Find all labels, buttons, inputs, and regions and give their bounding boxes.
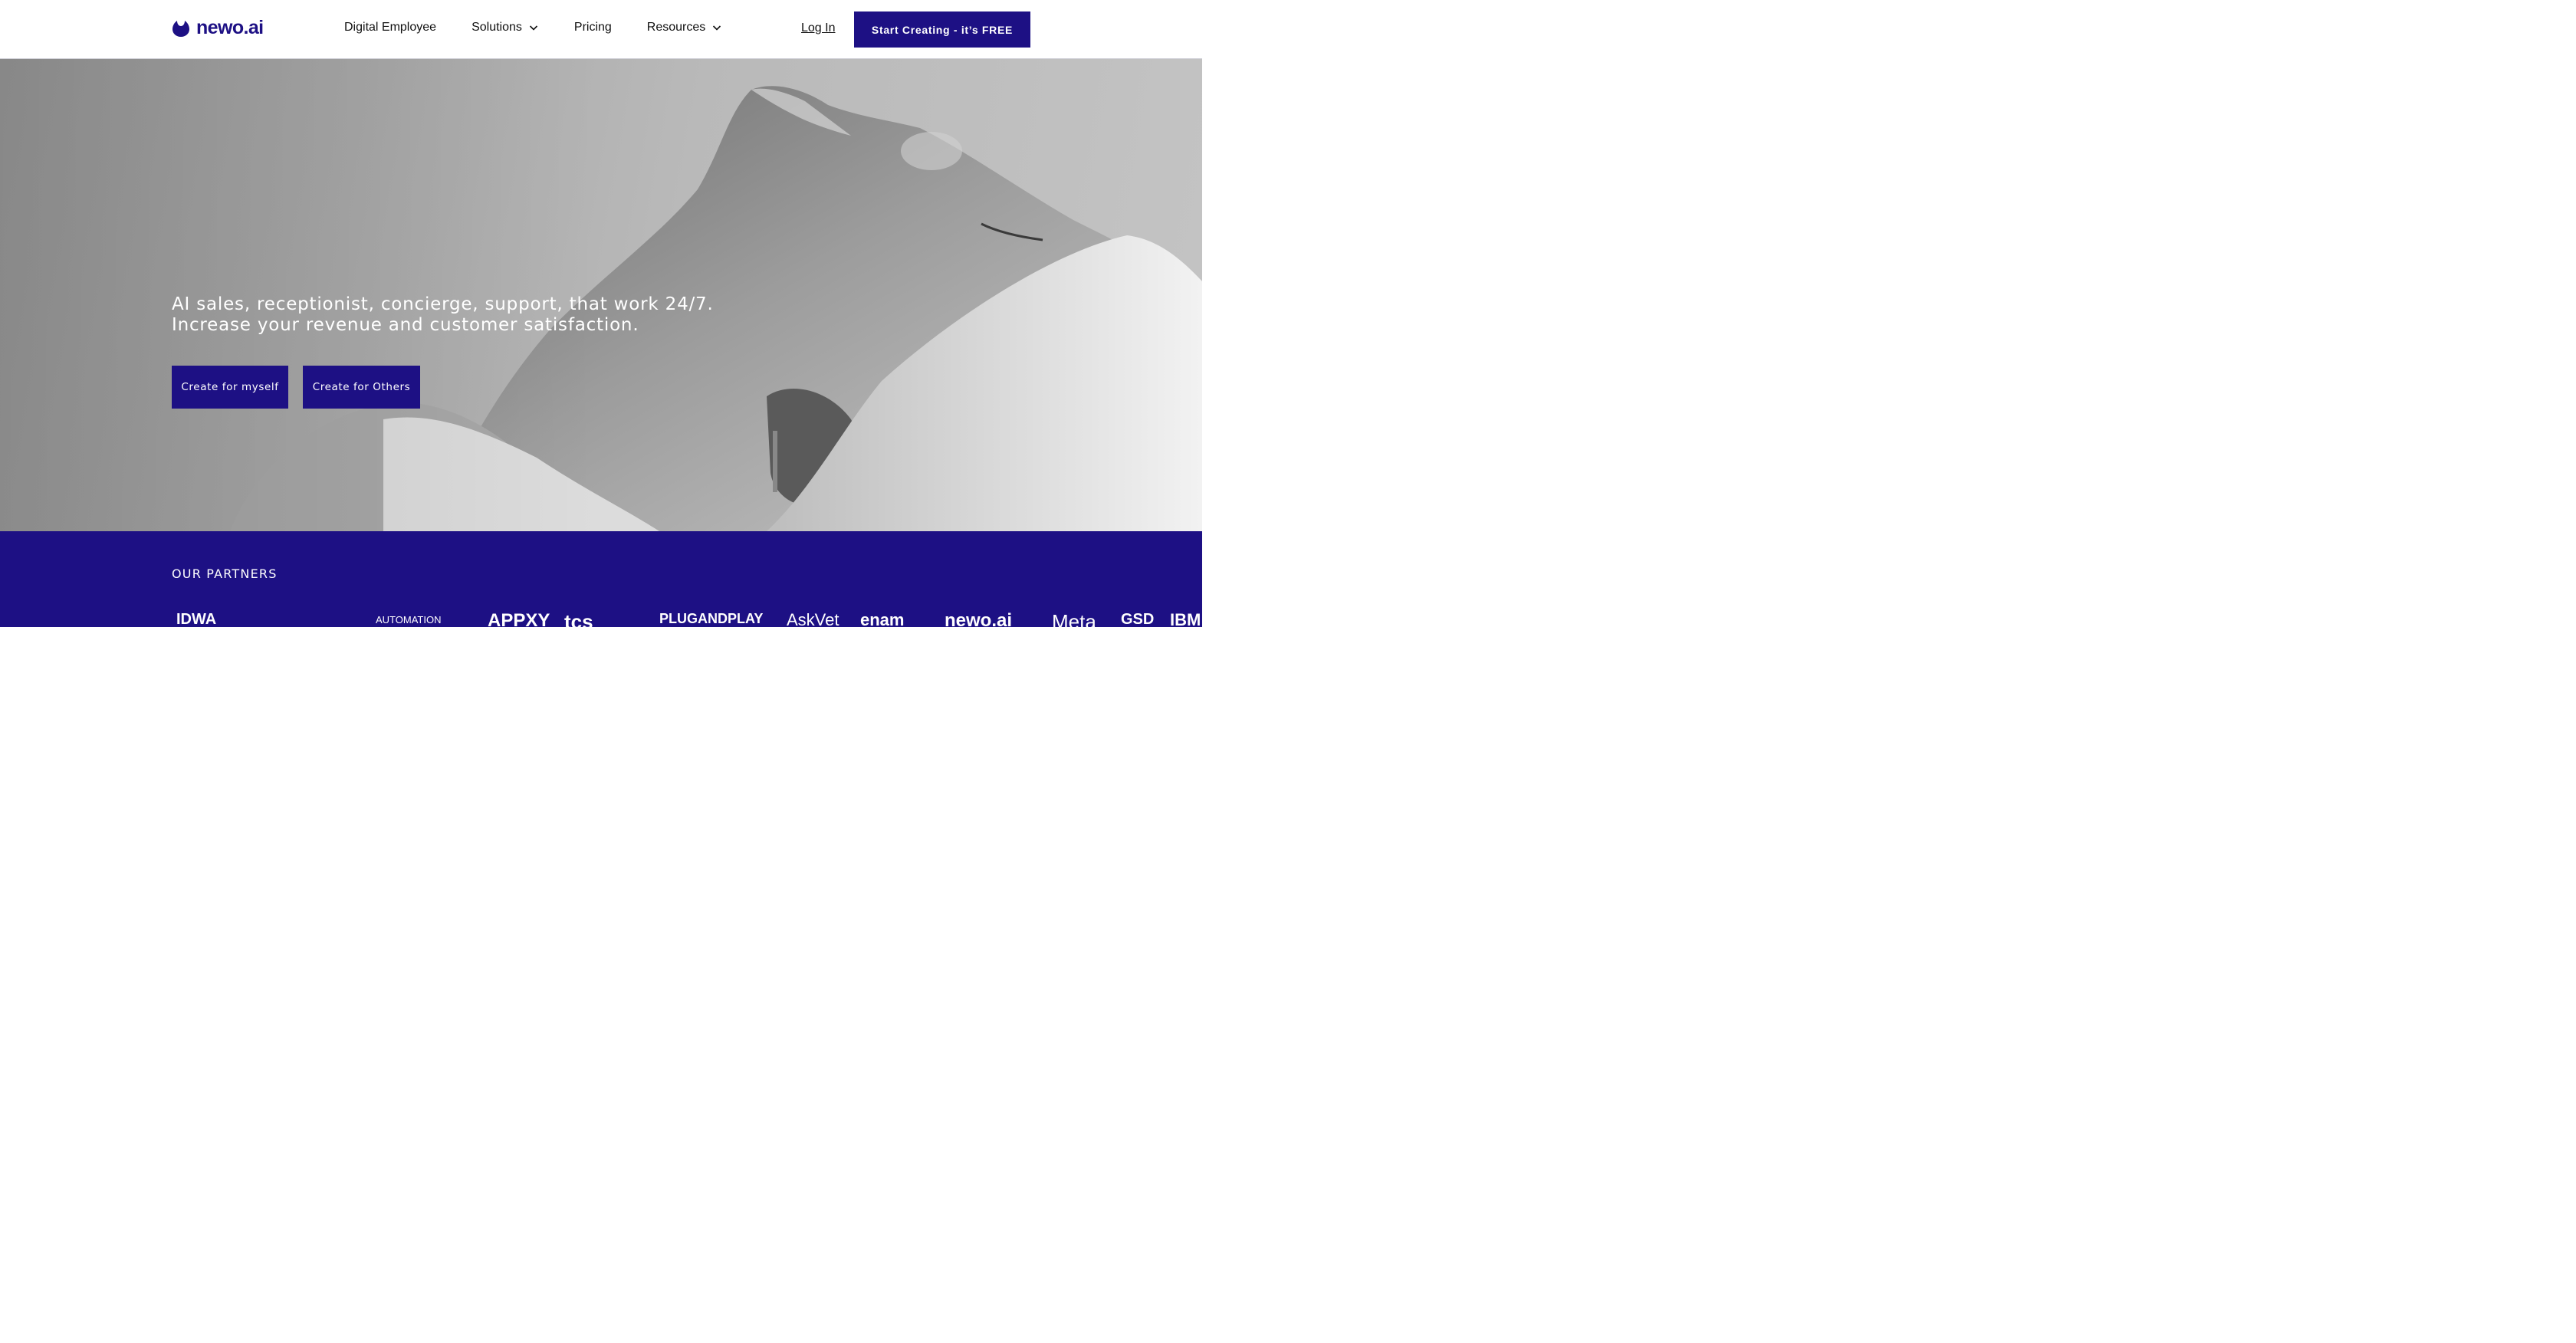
- start-creating-button[interactable]: Start Creating - it’s FREE: [854, 11, 1030, 48]
- partner-logo-askvet: AskVet: [787, 610, 840, 628]
- logo-wordmark: newo.ai: [196, 17, 264, 38]
- login-link[interactable]: Log In: [801, 21, 835, 35]
- partners-title: OUR PARTNERS: [172, 566, 278, 581]
- chevron-down-icon: [529, 25, 537, 31]
- partners-section: OUR PARTNERS IDWA AUTOMATION APPXY tcs P…: [0, 531, 1202, 627]
- partner-logos-strip: IDWA AUTOMATION APPXY tcs PLUGANDPLAY As…: [0, 610, 1202, 628]
- nav-pricing[interactable]: Pricing: [574, 21, 612, 34]
- nav-resources[interactable]: Resources: [647, 21, 722, 34]
- hero-headline: AI sales, receptionist, concierge, suppo…: [172, 294, 714, 336]
- nav-label: Resources: [646, 21, 706, 34]
- nav-digital-employee[interactable]: Digital Employee: [344, 21, 436, 34]
- nav-label: Digital Employee: [344, 21, 437, 34]
- hero-line-1: AI sales, receptionist, concierge, suppo…: [172, 294, 714, 314]
- site-header: newo.ai Digital Employee Solutions Prici…: [0, 0, 1202, 59]
- partner-logo-idwa: IDWA: [176, 611, 217, 627]
- create-for-others-button[interactable]: Create for Others: [303, 366, 420, 409]
- hero-line-2: Increase your revenue and customer satis…: [172, 315, 639, 335]
- partner-logo-automation: AUTOMATION: [376, 614, 442, 626]
- partner-logo-enam: enam: [860, 610, 905, 628]
- nav-solutions[interactable]: Solutions: [472, 21, 539, 34]
- newo-logo-icon: [172, 20, 189, 37]
- partner-logo-appxy: APPXY: [488, 610, 550, 628]
- nav-label: Pricing: [573, 21, 612, 34]
- partner-logo-tcs: tcs: [564, 610, 593, 627]
- partner-logo-plugandplay: PLUGANDPLAY: [659, 611, 764, 626]
- chevron-down-icon: [713, 25, 721, 31]
- partner-logo-ibm: IBM: [1170, 610, 1201, 628]
- hero-section: AI sales, receptionist, concierge, suppo…: [0, 59, 1202, 531]
- main-nav: Digital Employee Solutions Pricing Resou…: [344, 21, 757, 34]
- partner-logo-newo: newo.ai: [945, 610, 1013, 628]
- partner-logo-meta: Meta: [1052, 610, 1096, 627]
- create-for-myself-button[interactable]: Create for myself: [172, 366, 288, 409]
- nav-label: Solutions: [472, 21, 522, 34]
- partner-logo-gsd: GSD: [1121, 611, 1155, 627]
- brand-logo[interactable]: newo.ai: [172, 17, 264, 39]
